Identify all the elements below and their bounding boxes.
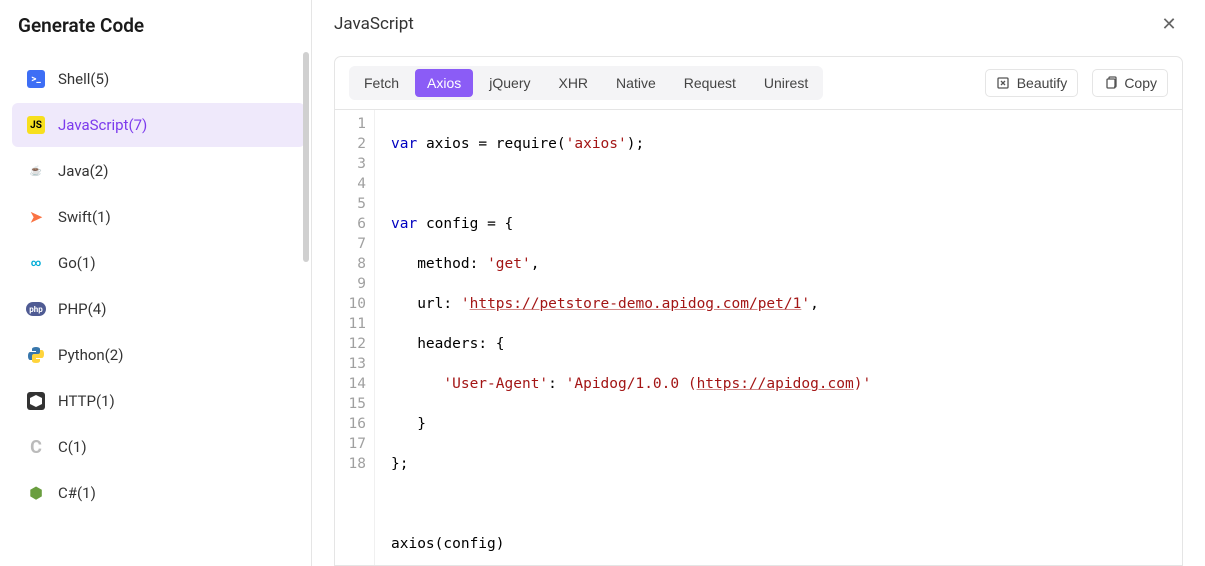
sidebar-item-label: Shell(5): [58, 70, 109, 88]
sidebar-item-shell[interactable]: >_ Shell(5): [12, 57, 305, 101]
sidebar-item-c[interactable]: C C(1): [12, 425, 305, 469]
line-gutter: 123456789101112131415161718: [335, 110, 375, 565]
close-button[interactable]: ✕: [1155, 10, 1183, 38]
sidebar-item-javascript[interactable]: JS JavaScript(7): [12, 103, 305, 147]
sidebar-item-python[interactable]: Python(2): [12, 333, 305, 377]
toolbar-actions: Beautify Copy: [985, 69, 1168, 97]
sidebar-item-label: C(1): [58, 438, 87, 456]
tab-native[interactable]: Native: [604, 69, 668, 97]
java-icon: ☕: [26, 161, 46, 181]
tab-unirest[interactable]: Unirest: [752, 69, 820, 97]
sidebar: Generate Code >_ Shell(5) JS JavaScript(…: [0, 0, 312, 566]
sidebar-item-label: Python(2): [58, 346, 123, 364]
sidebar-item-php[interactable]: php PHP(4): [12, 287, 305, 331]
tab-jquery[interactable]: jQuery: [477, 69, 542, 97]
sidebar-item-swift[interactable]: ➤ Swift(1): [12, 195, 305, 239]
sidebar-item-csharp[interactable]: ⬢ C#(1): [12, 471, 305, 515]
main-header: JavaScript ✕: [334, 8, 1183, 56]
close-icon: ✕: [1161, 14, 1176, 35]
csharp-icon: ⬢: [26, 483, 46, 503]
code-content: var axios = require('axios'); var config…: [375, 110, 1182, 565]
swift-icon: ➤: [26, 207, 46, 227]
go-icon: ∞: [26, 253, 46, 273]
sidebar-title: Generate Code: [12, 10, 311, 55]
sidebar-item-label: C#(1): [58, 484, 96, 502]
http-icon: [26, 391, 46, 411]
library-tabs: Fetch Axios jQuery XHR Native Request Un…: [349, 66, 823, 100]
sidebar-item-go[interactable]: ∞ Go(1): [12, 241, 305, 285]
python-icon: [26, 345, 46, 365]
copy-label: Copy: [1124, 75, 1157, 91]
beautify-button[interactable]: Beautify: [985, 69, 1079, 97]
c-icon: C: [26, 437, 46, 457]
sidebar-item-label: HTTP(1): [58, 392, 115, 410]
copy-button[interactable]: Copy: [1092, 69, 1168, 97]
code-editor[interactable]: 123456789101112131415161718 var axios = …: [334, 110, 1183, 566]
javascript-icon: JS: [26, 115, 46, 135]
tab-axios[interactable]: Axios: [415, 69, 473, 97]
beautify-icon: [996, 76, 1011, 91]
sidebar-item-label: Java(2): [58, 162, 108, 180]
page-title: JavaScript: [334, 14, 414, 34]
sidebar-item-label: PHP(4): [58, 300, 106, 318]
beautify-label: Beautify: [1017, 75, 1068, 91]
copy-icon: [1103, 76, 1118, 91]
shell-icon: >_: [26, 69, 46, 89]
tab-fetch[interactable]: Fetch: [352, 69, 411, 97]
sidebar-scrollbar[interactable]: [303, 52, 309, 262]
sidebar-item-java[interactable]: ☕ Java(2): [12, 149, 305, 193]
php-icon: php: [26, 299, 46, 319]
tab-request[interactable]: Request: [672, 69, 748, 97]
tab-xhr[interactable]: XHR: [546, 69, 600, 97]
sidebar-item-http[interactable]: HTTP(1): [12, 379, 305, 423]
sidebar-item-label: JavaScript(7): [58, 116, 147, 134]
main-panel: JavaScript ✕ Fetch Axios jQuery XHR Nati…: [312, 0, 1205, 566]
sidebar-item-label: Swift(1): [58, 208, 111, 226]
toolbar: Fetch Axios jQuery XHR Native Request Un…: [334, 56, 1183, 110]
sidebar-item-label: Go(1): [58, 254, 96, 272]
